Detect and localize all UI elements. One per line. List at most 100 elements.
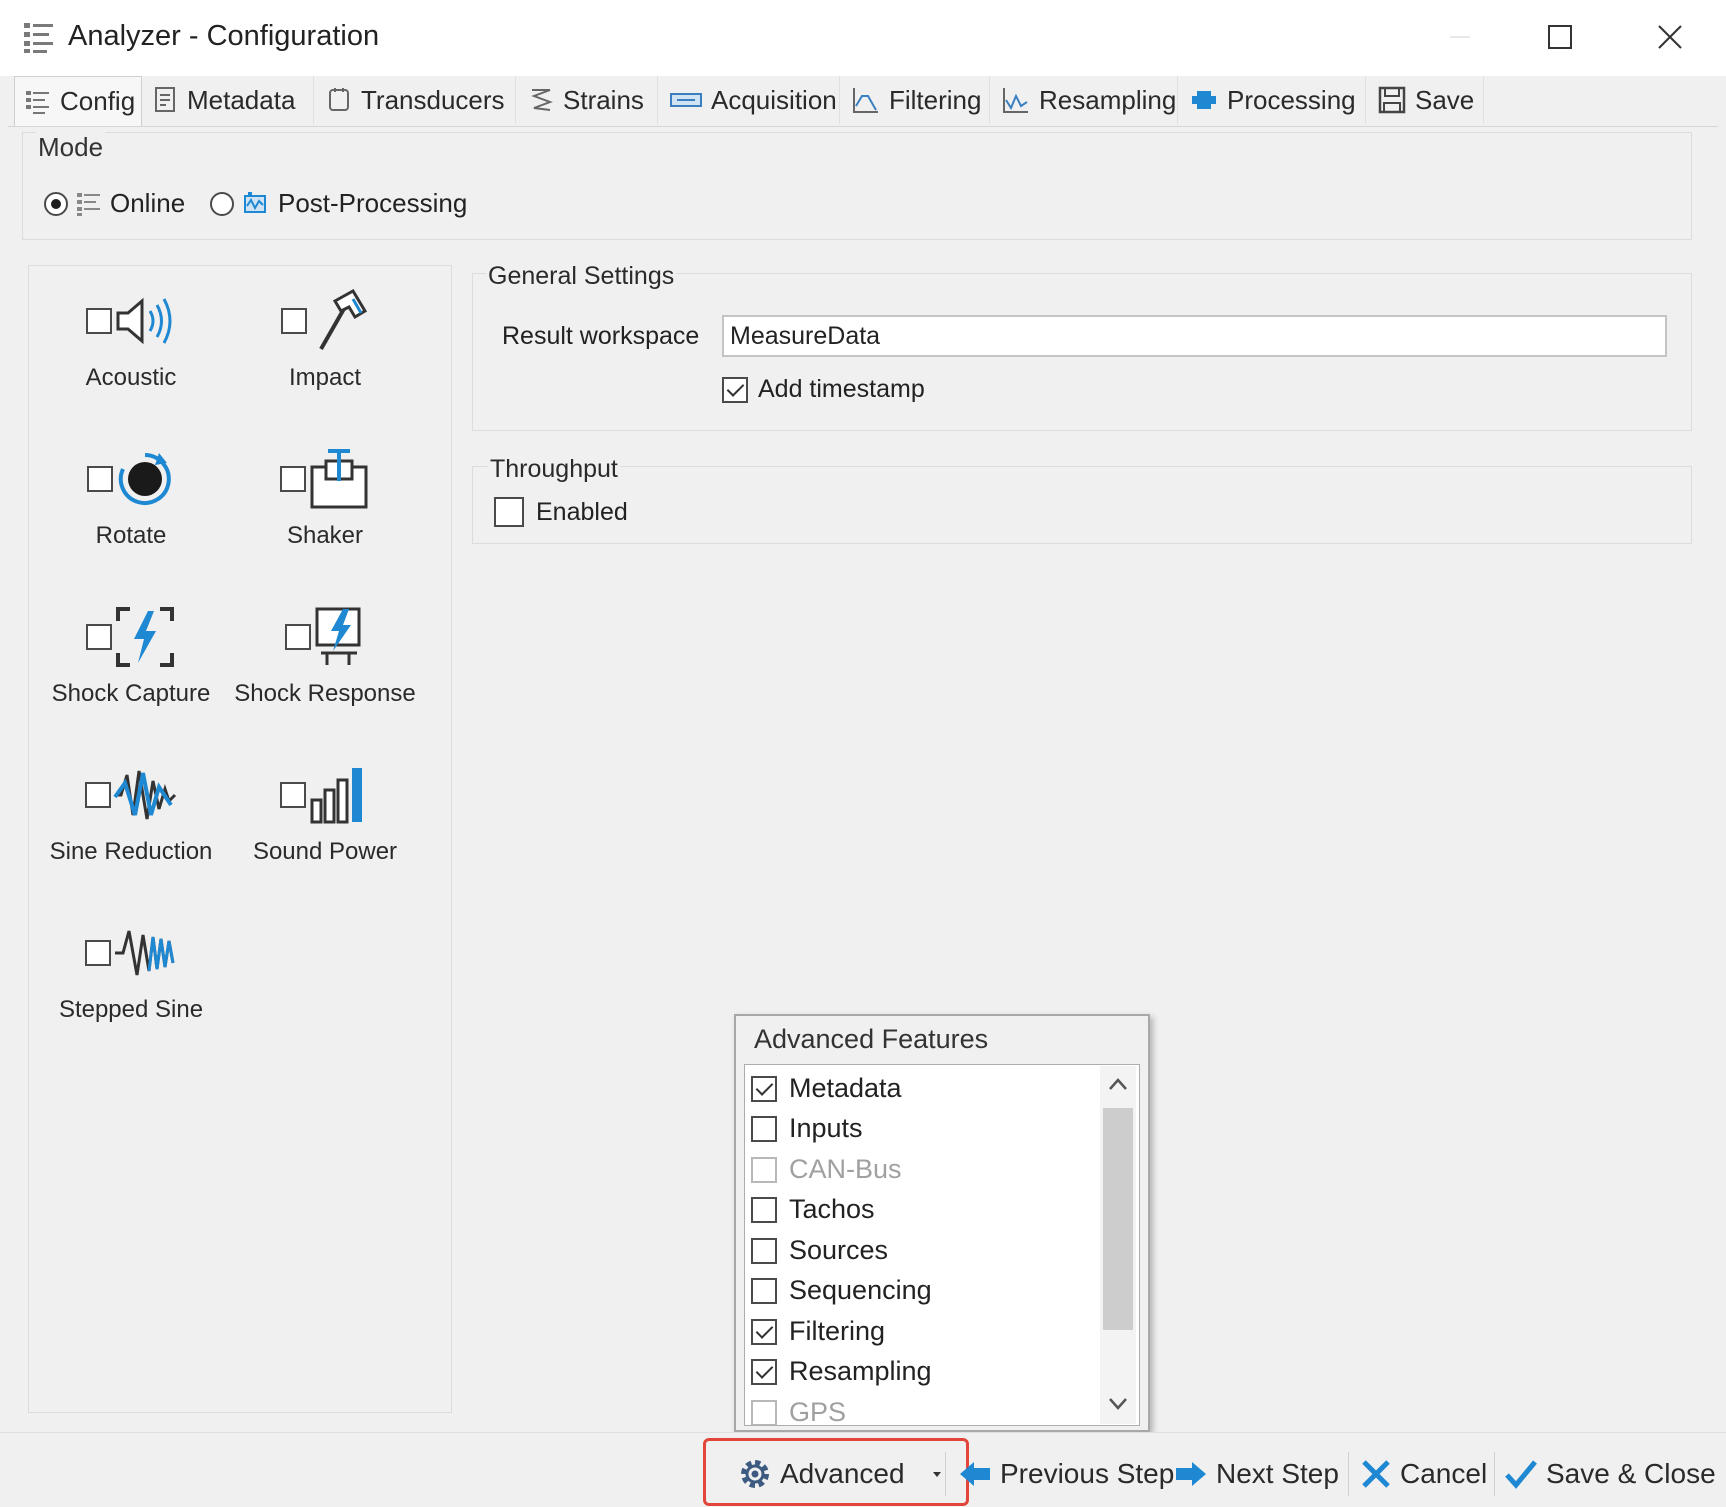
minimize-button[interactable] — [1430, 14, 1490, 60]
tab-label: Strains — [563, 84, 644, 115]
sound-power-icon — [308, 764, 370, 826]
result-workspace-label: Result workspace — [502, 322, 700, 350]
adv-checkbox[interactable] — [751, 1075, 777, 1102]
tab-label: Acquisition — [711, 84, 837, 115]
shock-response-checkbox[interactable] — [285, 624, 311, 650]
feature-sound-power[interactable]: Sound Power — [230, 760, 420, 866]
throughput-group — [472, 466, 1692, 544]
adv-checkbox[interactable] — [751, 1115, 777, 1142]
cancel-button[interactable]: Cancel — [1360, 1452, 1487, 1496]
toolbar-separator — [945, 1452, 946, 1496]
advanced-list-scroll-thumb[interactable] — [1103, 1108, 1133, 1330]
adv-checkbox[interactable] — [751, 1277, 777, 1304]
postprocessing-radio[interactable] — [210, 191, 234, 216]
online-label: Online — [110, 188, 186, 218]
advanced-features-title: Advanced Features — [754, 1024, 989, 1054]
mode-postprocessing-option[interactable]: Post-Processing — [210, 188, 467, 219]
tab-processing[interactable]: Processing — [1180, 76, 1366, 124]
advanced-label: Advanced — [780, 1458, 905, 1489]
adv-checkbox[interactable] — [751, 1196, 777, 1223]
online-radio[interactable] — [44, 191, 68, 216]
adv-checkbox[interactable] — [751, 1358, 777, 1385]
add-timestamp-option[interactable]: Add timestamp — [722, 375, 925, 404]
stepped-sine-icon — [113, 923, 177, 983]
adv-item-inputs[interactable]: Inputs — [751, 1113, 863, 1144]
rotate-checkbox[interactable] — [87, 466, 113, 492]
toolbar-separator — [1494, 1452, 1495, 1496]
adv-item-label: Sequencing — [789, 1275, 932, 1305]
tab-label: Metadata — [187, 84, 296, 115]
scroll-down-icon[interactable] — [1106, 1396, 1130, 1412]
shock-capture-label: Shock Capture — [51, 680, 211, 707]
feature-shock-response[interactable]: Shock Response — [230, 602, 420, 708]
adv-item-resampling[interactable]: Resampling — [751, 1356, 932, 1387]
transducers-icon — [326, 86, 352, 114]
feature-acoustic[interactable]: Acoustic — [36, 286, 226, 392]
feature-shaker[interactable]: Shaker — [230, 444, 420, 550]
adv-item-metadata[interactable]: Metadata — [751, 1073, 902, 1104]
rotate-icon — [115, 449, 175, 509]
tab-resampling[interactable]: Resampling — [992, 76, 1178, 124]
throughput-enabled-option[interactable]: Enabled — [494, 497, 628, 527]
sound-power-label: Sound Power — [252, 838, 398, 865]
stepped-sine-checkbox[interactable] — [85, 940, 111, 966]
adv-item-sequencing[interactable]: Sequencing — [751, 1275, 932, 1306]
hammer-icon — [309, 289, 369, 353]
cancel-label: Cancel — [1400, 1458, 1488, 1489]
sound-power-checkbox[interactable] — [280, 782, 306, 808]
tab-save[interactable]: Save — [1368, 76, 1484, 124]
adv-item-tachos[interactable]: Tachos — [751, 1194, 875, 1225]
next-step-button[interactable]: Next Step — [1174, 1452, 1339, 1496]
feature-shock-capture[interactable]: Shock Capture — [36, 602, 226, 708]
filtering-icon — [852, 86, 880, 114]
rotate-label: Rotate — [95, 522, 167, 549]
previous-step-button[interactable]: Previous Step — [958, 1452, 1174, 1496]
maximize-button[interactable] — [1530, 14, 1590, 60]
tab-label: Save — [1415, 84, 1475, 115]
window-title: Analyzer - Configuration — [68, 20, 380, 52]
adv-item-label: Inputs — [789, 1113, 863, 1143]
mode-online-option[interactable]: Online — [44, 188, 185, 219]
adv-item-label: Sources — [789, 1235, 889, 1265]
close-button[interactable] — [1640, 14, 1700, 60]
arrow-right-icon — [1174, 1459, 1208, 1489]
resampling-icon — [1002, 86, 1030, 114]
tab-config[interactable]: Config — [14, 76, 142, 126]
adv-item-sources[interactable]: Sources — [751, 1235, 888, 1266]
tab-filtering[interactable]: Filtering — [842, 76, 990, 124]
save-close-button[interactable]: Save & Close — [1504, 1452, 1716, 1496]
add-timestamp-label: Add timestamp — [758, 375, 925, 403]
tab-label: Config — [60, 86, 136, 116]
add-timestamp-checkbox[interactable] — [722, 376, 748, 403]
adv-checkbox[interactable] — [751, 1237, 777, 1264]
feature-impact[interactable]: Impact — [230, 286, 420, 392]
feature-rotate[interactable]: Rotate — [36, 444, 226, 550]
adv-checkbox[interactable] — [751, 1318, 777, 1345]
result-workspace-input[interactable] — [722, 315, 1667, 357]
shaker-checkbox[interactable] — [280, 466, 306, 492]
acoustic-checkbox[interactable] — [86, 308, 112, 334]
tab-transducers[interactable]: Transducers — [316, 76, 516, 124]
feature-stepped-sine[interactable]: Stepped Sine — [36, 918, 226, 1024]
sine-reduction-label: Sine Reduction — [49, 838, 213, 865]
toolbar-separator — [1348, 1452, 1349, 1496]
online-list-icon — [76, 191, 102, 217]
advanced-features-list: Metadata Inputs CAN-Bus Tachos Sources S… — [744, 1064, 1140, 1426]
sine-reduction-checkbox[interactable] — [85, 782, 111, 808]
impact-checkbox[interactable] — [281, 308, 307, 334]
adv-item-label: Metadata — [789, 1073, 902, 1103]
adv-item-filtering[interactable]: Filtering — [751, 1316, 885, 1347]
adv-checkbox — [751, 1399, 777, 1425]
postprocessing-icon — [242, 190, 270, 218]
advanced-button[interactable]: Advanced — [738, 1452, 943, 1496]
adv-item-can-bus: CAN-Bus — [751, 1154, 902, 1185]
config-list-icon — [25, 89, 51, 115]
tab-strains[interactable]: Strains — [518, 76, 658, 124]
tab-acquisition[interactable]: Acquisition — [660, 76, 840, 124]
shock-capture-checkbox[interactable] — [86, 624, 112, 650]
tab-metadata[interactable]: Metadata — [144, 76, 314, 124]
checkmark-icon — [1504, 1458, 1538, 1490]
scroll-up-icon[interactable] — [1106, 1076, 1130, 1092]
throughput-enabled-checkbox[interactable] — [494, 497, 524, 527]
feature-sine-reduction[interactable]: Sine Reduction — [36, 760, 226, 866]
